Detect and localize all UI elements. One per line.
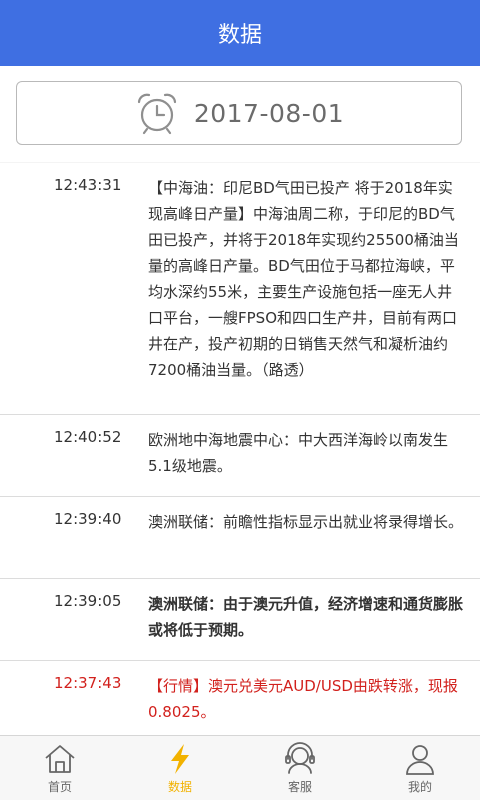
page-header: 数据 — [0, 0, 480, 66]
home-icon — [45, 745, 75, 773]
date-picker[interactable]: 2017-08-01 — [16, 81, 462, 145]
tab-label: 我的 — [407, 780, 432, 794]
user-icon — [406, 745, 434, 775]
tab-service[interactable]: 客服 — [240, 736, 360, 800]
news-item[interactable]: 12:40:52 欧洲地中海地震中心：中大西洋海岭以南发生5.1级地震。 — [0, 415, 480, 497]
headset-icon — [285, 742, 315, 774]
news-time: 12:40:52 — [54, 428, 122, 446]
news-text: 【行情】澳元兑美元AUD/USD由跌转涨，现报0.8025。 — [148, 677, 458, 721]
tab-data[interactable]: 数据 — [120, 736, 240, 800]
selected-date: 2017-08-01 — [193, 98, 345, 128]
page-title: 数据 — [217, 23, 262, 48]
bottom-tab-bar: 首页 数据 客服 我的 — [0, 735, 480, 800]
news-time: 12:39:05 — [54, 592, 122, 610]
tab-label: 首页 — [47, 780, 72, 794]
tab-label: 客服 — [287, 780, 312, 794]
news-list[interactable]: 12:43:31 【中海油：印尼BD气田已投产 将于2018年实现高峰日产量】中… — [0, 163, 480, 735]
news-time: 12:43:31 — [54, 176, 122, 194]
news-item[interactable]: 12:39:05 澳洲联储：由于澳元升值，经济增速和通货膨胀或将低于预期。 — [0, 579, 480, 661]
news-item[interactable]: 12:39:40 澳洲联储：前瞻性指标显示出就业将录得增长。 — [0, 497, 480, 579]
news-time: 12:37:43 — [54, 674, 122, 692]
news-time: 12:39:40 — [54, 510, 122, 528]
news-item[interactable]: 12:37:43 【行情】澳元兑美元AUD/USD由跌转涨，现报0.8025。 — [0, 661, 480, 735]
lightning-icon — [171, 744, 189, 774]
date-picker-area: 2017-08-01 — [0, 66, 480, 162]
alarm-clock-icon — [137, 93, 176, 135]
news-item[interactable]: 12:43:31 【中海油：印尼BD气田已投产 将于2018年实现高峰日产量】中… — [0, 163, 480, 415]
tab-home[interactable]: 首页 — [0, 736, 120, 800]
news-text: 澳洲联储：由于澳元升值，经济增速和通货膨胀或将低于预期。 — [148, 595, 464, 639]
tab-profile[interactable]: 我的 — [360, 736, 480, 800]
news-text: 【中海油：印尼BD气田已投产 将于2018年实现高峰日产量】中海油周二称，于印尼… — [148, 179, 459, 379]
news-text: 澳洲联储：前瞻性指标显示出就业将录得增长。 — [148, 513, 464, 531]
news-text: 欧洲地中海地震中心：中大西洋海岭以南发生5.1级地震。 — [148, 431, 449, 475]
tab-label: 数据 — [167, 780, 192, 794]
